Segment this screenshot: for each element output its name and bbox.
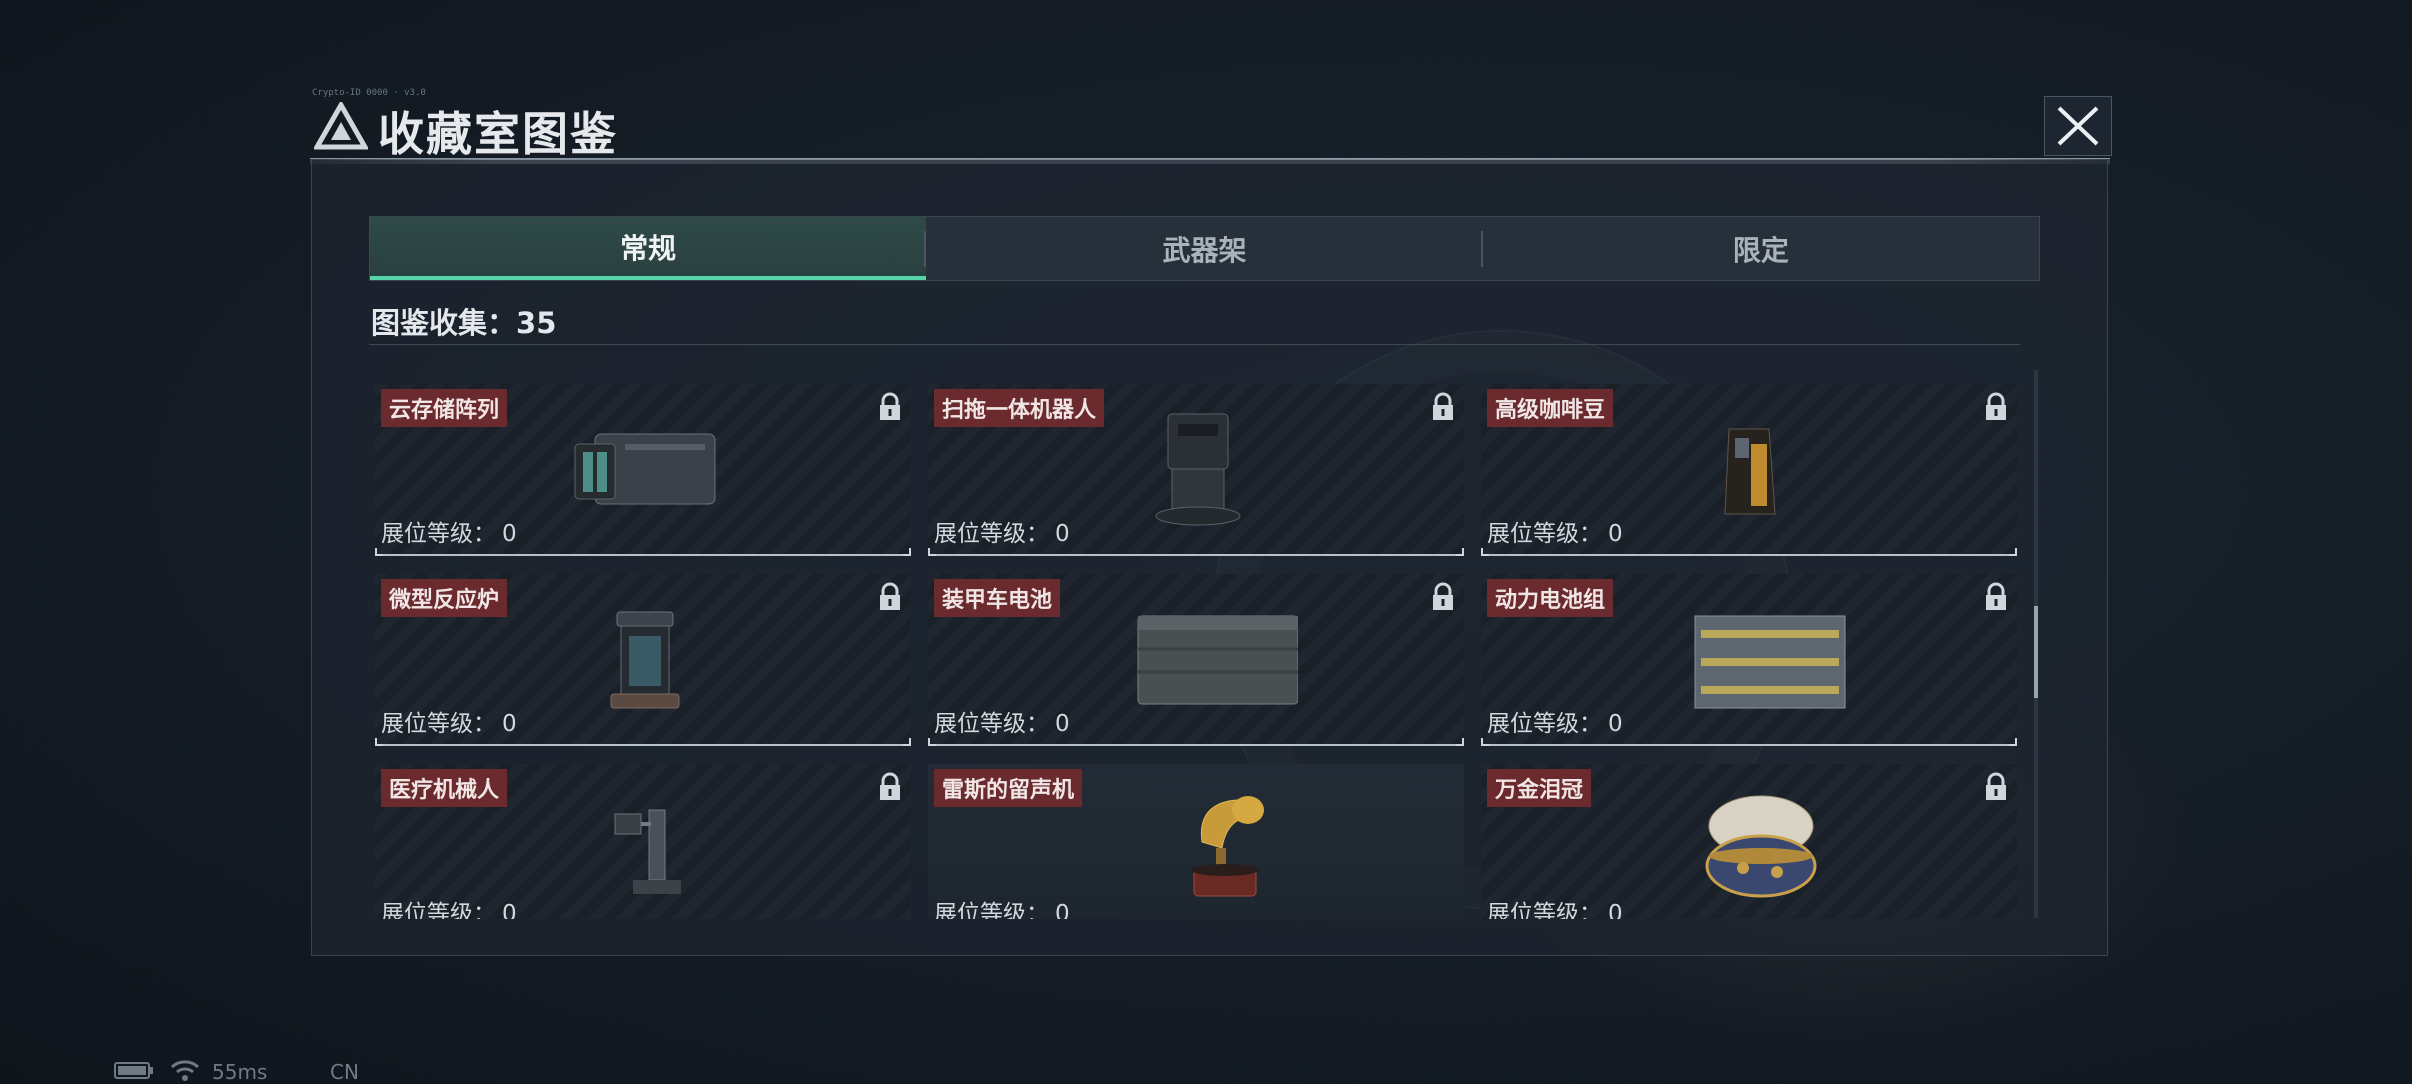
item-name: 医疗机械人 <box>381 769 508 807</box>
booth-level-label: 展位等级： <box>1487 901 1602 919</box>
lock-icon <box>1433 582 1453 610</box>
card-corner <box>2009 738 2017 746</box>
page-title: 收藏室图鉴 <box>378 107 618 161</box>
tab-label: 限定 <box>1732 233 1789 267</box>
grid-scrollbar-thumb[interactable] <box>2034 606 2038 698</box>
medical-robot-icon <box>614 809 681 894</box>
lock-icon <box>880 772 900 800</box>
ping-text: 55ms <box>212 1060 268 1084</box>
reactor-icon <box>610 611 680 709</box>
item-card[interactable]: 雷斯的留声机 展位等级： 0 <box>928 764 1464 919</box>
item-card[interactable]: 万金泪冠 展位等级： 0 <box>1481 764 2017 919</box>
battery-icon <box>1137 615 1298 705</box>
item-card[interactable]: 动力电池组 展位等级： 0 <box>1481 574 2017 746</box>
item-grid: 云存储阵列 展位等级： 0 扫拖一体机器人 展位等级： 0 高级咖啡豆 展位等级… <box>369 366 2025 919</box>
gramophone-icon <box>1191 796 1264 897</box>
booth-level-label: 展位等级： <box>934 521 1049 547</box>
item-name: 装甲车电池 <box>934 579 1061 617</box>
card-corner <box>375 738 383 746</box>
item-card[interactable]: 云存储阵列 展位等级： 0 <box>375 384 911 556</box>
booth-level-label: 展位等级： <box>381 711 496 737</box>
item-card[interactable]: 医疗机械人 展位等级： 0 <box>375 764 911 919</box>
booth-level-value: 0 <box>1608 901 1623 919</box>
card-corner <box>1456 548 1464 556</box>
lock-icon <box>1433 392 1453 420</box>
booth-level-value: 0 <box>502 521 517 547</box>
booth-level-value: 0 <box>1055 711 1070 737</box>
lock-icon <box>1986 582 2006 610</box>
booth-level-label: 展位等级： <box>934 711 1049 737</box>
mop-robot-icon <box>1155 413 1241 526</box>
lock-icon <box>880 582 900 610</box>
card-corner <box>1481 548 1489 556</box>
tab-regular[interactable]: 常规 <box>370 217 927 280</box>
booth-level-label: 展位等级： <box>381 521 496 547</box>
booth-level-value: 0 <box>1608 711 1623 737</box>
booth-level-label: 展位等级： <box>934 901 1049 919</box>
card-corner <box>928 548 936 556</box>
coffee-bag-icon <box>1724 428 1776 515</box>
booth-level-value: 0 <box>1055 901 1070 919</box>
uid-text: CN UID:6308653783715806483I_202607291159 <box>330 1060 359 1084</box>
item-card[interactable]: 扫拖一体机器人 展位等级： 0 <box>928 384 1464 556</box>
card-corner <box>903 548 911 556</box>
header: Crypto-ID 0000 · v3.0 收藏室图鉴 <box>300 88 2120 168</box>
card-corner <box>1456 738 1464 746</box>
storage-array-icon <box>574 433 716 505</box>
booth-level-value: 0 <box>502 901 517 919</box>
item-card[interactable]: 微型反应炉 展位等级： 0 <box>375 574 911 746</box>
item-name: 微型反应炉 <box>381 579 508 617</box>
booth-level: 展位等级： 0 <box>381 894 517 919</box>
booth-level: 展位等级： 0 <box>381 704 517 738</box>
tab-bar: 常规 武器架 限定 <box>369 216 2040 281</box>
card-corner <box>928 738 936 746</box>
booth-level-label: 展位等级： <box>1487 521 1602 547</box>
card-corner <box>375 548 383 556</box>
item-name: 雷斯的留声机 <box>934 769 1083 807</box>
battery-pack-icon <box>1694 615 1846 709</box>
card-corner <box>2009 548 2017 556</box>
item-name: 云存储阵列 <box>381 389 508 427</box>
item-name: 万金泪冠 <box>1487 769 1592 807</box>
item-name: 扫拖一体机器人 <box>934 389 1105 427</box>
booth-level: 展位等级： 0 <box>1487 704 1623 738</box>
booth-level: 展位等级： 0 <box>934 894 1070 919</box>
card-corner <box>1481 738 1489 746</box>
close-button[interactable] <box>2044 96 2112 156</box>
header-micro-text: Crypto-ID 0000 · v3.0 <box>312 88 426 98</box>
item-card[interactable]: 高级咖啡豆 展位等级： 0 <box>1481 384 2017 556</box>
booth-level-value: 0 <box>1608 521 1623 547</box>
wifi-icon <box>170 1060 200 1081</box>
tab-limited[interactable]: 限定 <box>1483 217 2039 280</box>
lock-icon <box>1986 392 2006 420</box>
collection-label: 图鉴收集： <box>371 306 517 340</box>
booth-level: 展位等级： 0 <box>1487 894 1623 919</box>
booth-level: 展位等级： 0 <box>1487 514 1623 548</box>
booth-level-label: 展位等级： <box>1487 711 1602 737</box>
collection-divider <box>369 344 2020 345</box>
lock-icon <box>880 392 900 420</box>
jewel-egg-icon <box>1705 795 1817 898</box>
tab-label: 武器架 <box>1162 233 1247 267</box>
item-name: 动力电池组 <box>1487 579 1614 617</box>
battery-status-icon <box>114 1062 153 1079</box>
collection-value: 35 <box>516 306 557 340</box>
booth-level: 展位等级： 0 <box>381 514 517 548</box>
collection-count: 图鉴收集：35 <box>371 300 556 342</box>
tab-weapon-rack[interactable]: 武器架 <box>926 217 1483 280</box>
tab-label: 常规 <box>620 231 677 265</box>
item-name: 高级咖啡豆 <box>1487 389 1614 427</box>
close-icon <box>2057 106 2099 146</box>
card-corner <box>903 738 911 746</box>
lock-icon <box>1986 772 2006 800</box>
booth-level-label: 展位等级： <box>381 901 496 919</box>
collection-logo-icon <box>314 102 368 150</box>
booth-level-value: 0 <box>502 711 517 737</box>
item-card[interactable]: 装甲车电池 展位等级： 0 <box>928 574 1464 746</box>
booth-level-value: 0 <box>1055 521 1070 547</box>
booth-level: 展位等级： 0 <box>934 704 1070 738</box>
booth-level: 展位等级： 0 <box>934 514 1070 548</box>
